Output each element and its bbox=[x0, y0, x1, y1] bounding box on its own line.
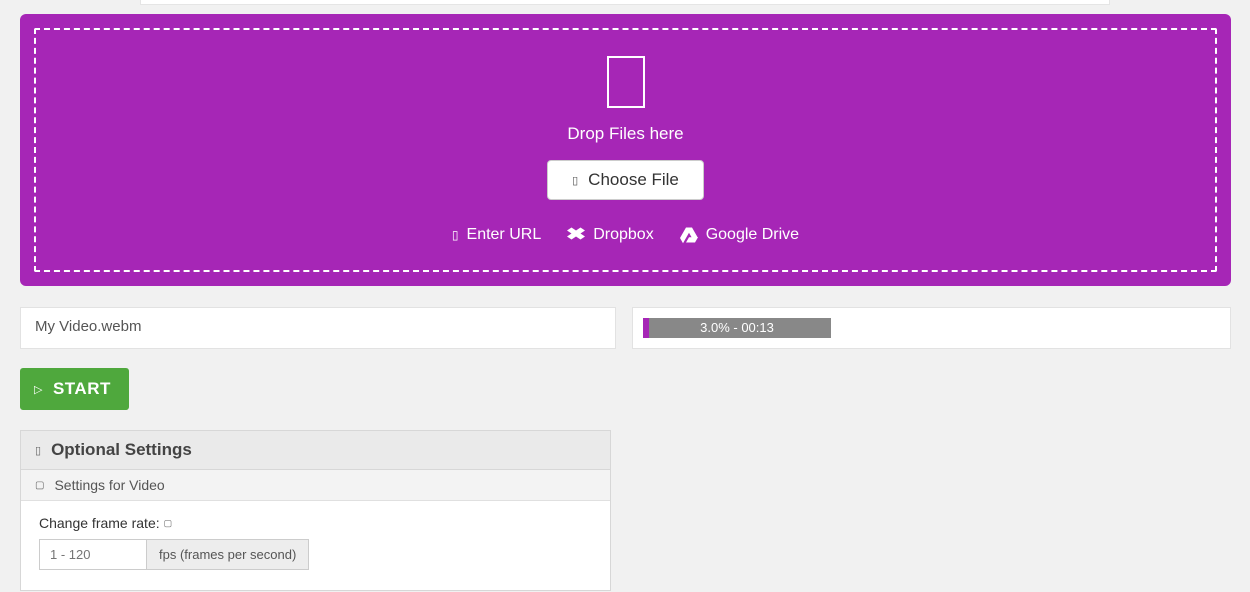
settings-body: Change frame rate: ▢ fps (frames per sec… bbox=[21, 501, 610, 590]
upload-progress-bar: 3.0% - 00:13 bbox=[643, 318, 831, 338]
frame-rate-label: Change frame rate: ▢ bbox=[39, 515, 592, 531]
file-dropzone[interactable]: Drop Files here ▯ Choose File ▯ Enter UR… bbox=[20, 14, 1231, 286]
google-drive-link[interactable]: Google Drive bbox=[680, 226, 799, 244]
settings-video-label: Settings for Video bbox=[54, 477, 164, 493]
progress-cell: 3.0% - 00:13 bbox=[632, 307, 1231, 349]
file-plus-icon: ▯ bbox=[572, 174, 578, 187]
fps-addon: fps (frames per second) bbox=[147, 539, 309, 570]
gear-icon: ▯ bbox=[35, 444, 41, 457]
google-drive-label: Google Drive bbox=[706, 226, 799, 244]
top-empty-box bbox=[140, 0, 1110, 5]
optional-settings-header[interactable]: ▯ Optional Settings bbox=[21, 431, 610, 470]
start-button[interactable]: ▷ START bbox=[20, 368, 129, 410]
dropbox-label: Dropbox bbox=[593, 226, 653, 244]
start-label: START bbox=[53, 379, 111, 399]
file-icon bbox=[607, 56, 645, 108]
file-name-cell: My Video.webm bbox=[20, 307, 616, 349]
drop-label: Drop Files here bbox=[567, 124, 683, 144]
optional-settings-title: Optional Settings bbox=[51, 440, 192, 460]
help-icon[interactable]: ▢ bbox=[164, 518, 173, 529]
dropzone-inner: Drop Files here ▯ Choose File ▯ Enter UR… bbox=[34, 28, 1217, 272]
collapse-icon: ▢ bbox=[35, 480, 44, 491]
google-drive-icon bbox=[680, 226, 698, 244]
dropbox-link[interactable]: Dropbox bbox=[567, 226, 653, 244]
link-icon: ▯ bbox=[452, 228, 459, 242]
choose-file-button[interactable]: ▯ Choose File bbox=[547, 160, 704, 200]
progress-text: 3.0% - 00:13 bbox=[700, 320, 774, 335]
play-icon: ▷ bbox=[34, 383, 43, 396]
optional-settings-panel: ▯ Optional Settings ▢ Settings for Video… bbox=[20, 430, 611, 591]
settings-video-header[interactable]: ▢ Settings for Video bbox=[21, 470, 610, 501]
choose-file-label: Choose File bbox=[588, 170, 679, 190]
frame-rate-input-group: fps (frames per second) bbox=[39, 539, 592, 570]
enter-url-link[interactable]: ▯ Enter URL bbox=[452, 226, 541, 244]
file-row: My Video.webm 3.0% - 00:13 bbox=[20, 307, 1231, 349]
progress-fill bbox=[643, 318, 649, 338]
frame-rate-input[interactable] bbox=[39, 539, 147, 570]
source-row: ▯ Enter URL Dropbox Google Drive bbox=[452, 226, 799, 244]
dropbox-icon bbox=[567, 226, 585, 244]
enter-url-label: Enter URL bbox=[467, 226, 542, 244]
